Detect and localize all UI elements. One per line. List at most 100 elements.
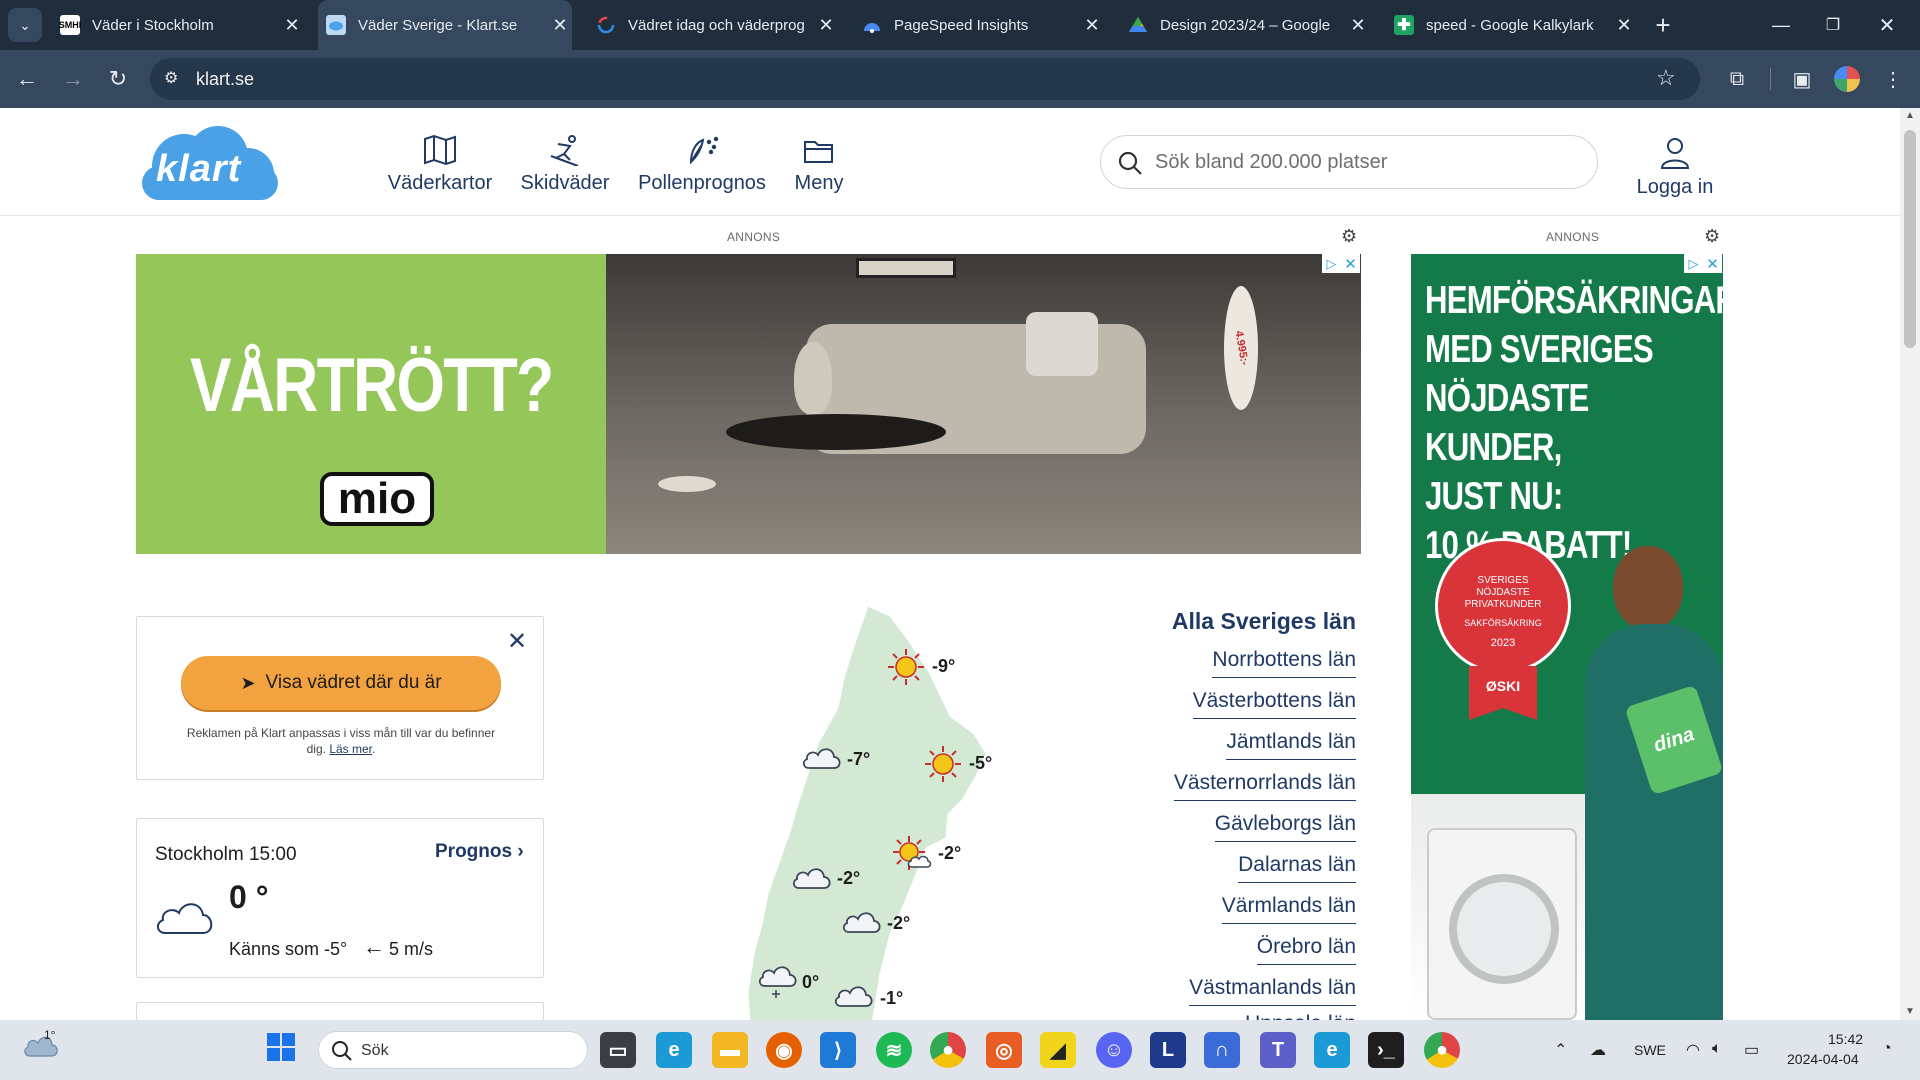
google-drive-favicon-icon (1128, 15, 1148, 35)
side-panel-icon[interactable]: ▣ (1785, 62, 1819, 96)
county-link[interactable]: Örebro län (1256, 935, 1356, 965)
county-link[interactable]: Gävleborgs län (1214, 812, 1356, 842)
ubuntu-icon[interactable]: ◎ (986, 1032, 1022, 1068)
tab-0[interactable]: SMHI Väder i Stockholm ✕ (54, 0, 304, 50)
extensions-icon[interactable]: ⧉ (1720, 62, 1754, 96)
task-view-icon[interactable]: ▭ (600, 1032, 636, 1068)
ad-settings-icon[interactable]: ⚙ (1341, 227, 1359, 245)
county-link[interactable]: Västernorrlands län (1173, 771, 1356, 801)
terminal-icon[interactable]: ›_ (1368, 1032, 1404, 1068)
ad-close-icon[interactable]: ✕ (1703, 254, 1722, 273)
close-tab-icon[interactable]: ✕ (1080, 13, 1104, 37)
scrollbar-thumb[interactable] (1904, 130, 1916, 348)
county-link[interactable]: Västerbottens län (1192, 689, 1356, 719)
close-tab-icon[interactable]: ✕ (280, 13, 304, 37)
discord-icon[interactable]: ☺ (1096, 1032, 1132, 1068)
weather-widget[interactable]: 1° (22, 1028, 62, 1068)
close-tab-icon[interactable]: ✕ (1346, 13, 1370, 37)
county-link[interactable]: Uppsala län (1245, 1012, 1356, 1020)
nav-meny[interactable]: Meny (790, 134, 848, 195)
adchoices-badge[interactable]: ▷ ✕ (1322, 254, 1360, 273)
close-tab-icon[interactable]: ✕ (1612, 13, 1636, 37)
side-adchoices-badge[interactable]: ▷ ✕ (1684, 254, 1722, 273)
cushion (1026, 312, 1098, 376)
nav-pollenprognos[interactable]: Pollenprognos (632, 134, 772, 195)
minimize-button[interactable]: — (1764, 8, 1798, 42)
battery-icon[interactable]: ▭ (1744, 1040, 1759, 1060)
county-link[interactable]: Dalarnas län (1238, 853, 1356, 883)
clock-time[interactable]: 15:42 (1828, 1031, 1863, 1047)
bookmark-star-icon[interactable]: ☆ (1656, 65, 1676, 91)
spinner-favicon-icon (596, 15, 616, 35)
sticky-notes-icon[interactable]: ◢ (1040, 1032, 1076, 1068)
vscode-icon[interactable]: ⟩ (820, 1032, 856, 1068)
scroll-down-icon[interactable]: ▼ (1905, 1006, 1915, 1017)
volume-icon[interactable]: 🔈︎ (1712, 1040, 1722, 1058)
ad-close-icon[interactable]: ✕ (1341, 254, 1360, 273)
county-link[interactable]: Norrbottens län (1212, 648, 1356, 678)
tab-1[interactable]: Väder Sverige - Klart.se ✕ (318, 0, 572, 50)
address-bar[interactable]: ⚙ klart.se ☆ (150, 58, 1700, 100)
side-banner-ad[interactable]: HEMFÖRSÄKRINGAR MED SVERIGES NÖJDASTE KU… (1411, 254, 1723, 1020)
firefox-icon[interactable]: ◉ (766, 1032, 802, 1068)
file-explorer-icon[interactable]: ▬ (712, 1032, 748, 1068)
tab-5[interactable]: ✚ speed - Google Kalkylark ✕ (1388, 0, 1636, 50)
forward-button[interactable]: → (56, 62, 90, 96)
tab-4[interactable]: Design 2023/24 – Google ✕ (1122, 0, 1370, 50)
taskbar-search[interactable]: Sök (318, 1031, 588, 1069)
start-button[interactable] (266, 1032, 296, 1062)
close-location-card-icon[interactable]: ✕ (507, 627, 527, 656)
tab-2[interactable]: Vädret idag och väderprog ✕ (590, 0, 838, 50)
onedrive-icon[interactable]: ☁ (1590, 1040, 1606, 1060)
teams-icon[interactable]: T (1260, 1032, 1296, 1068)
close-tab-icon[interactable]: ✕ (814, 13, 838, 37)
forecast-link[interactable]: Prognos › (435, 841, 524, 863)
restore-button[interactable]: ❐ (1816, 8, 1850, 42)
l-app-icon[interactable]: L (1150, 1032, 1186, 1068)
edge-beta-icon[interactable]: e (1314, 1032, 1350, 1068)
close-tab-icon[interactable]: ✕ (548, 13, 572, 37)
tray-chevron-icon[interactable]: ⌃ (1554, 1040, 1567, 1060)
arc-icon[interactable]: ∩ (1204, 1032, 1240, 1068)
nav-vaderkartor[interactable]: Väderkartor (384, 134, 496, 195)
county-link[interactable]: Jämtlands län (1226, 730, 1356, 760)
map-temp-label: -9° (932, 656, 956, 676)
map-temp-label: -2° (938, 843, 962, 863)
cloud-icon (22, 1036, 60, 1062)
map-temp-label: -5° (969, 753, 993, 773)
back-button[interactable]: ← (10, 62, 44, 96)
read-more-link[interactable]: Läs mer (329, 742, 372, 756)
chrome-icon[interactable]: ● (930, 1032, 966, 1068)
scroll-up-icon[interactable]: ▲ (1905, 110, 1915, 121)
search-icon (1117, 150, 1143, 181)
new-tab-button[interactable]: + (1646, 8, 1680, 42)
chrome-active-icon[interactable]: ● (1424, 1032, 1460, 1068)
profile-avatar[interactable] (1834, 66, 1860, 92)
county-link[interactable]: Västmanlands län (1189, 976, 1356, 1006)
tab-search-button[interactable]: ⌄ (8, 8, 42, 42)
edge-icon[interactable]: e (656, 1032, 692, 1068)
browser-menu-icon[interactable]: ⋮ (1876, 62, 1910, 96)
clock-date[interactable]: 2024-04-04 (1787, 1051, 1859, 1067)
current-weather-card[interactable]: Stockholm 15:00 Prognos › 0 ° Känns som … (136, 818, 544, 978)
sweden-map[interactable] (740, 604, 1000, 1020)
spotify-icon[interactable]: ≋ (876, 1032, 912, 1068)
close-window-button[interactable]: ✕ (1870, 8, 1904, 42)
side-ad-settings-icon[interactable]: ⚙ (1704, 227, 1722, 245)
place-search-input[interactable]: Sök bland 200.000 platser (1100, 135, 1598, 189)
top-banner-ad[interactable]: VÅRTRÖTT? mio 4.995:- ▷ ✕ (136, 254, 1361, 554)
nav-skidvader[interactable]: Skidväder (516, 134, 614, 195)
klart-logo[interactable]: klart (136, 122, 284, 208)
language-indicator[interactable]: SWE (1634, 1042, 1666, 1058)
show-my-weather-button[interactable]: ➤ Visa vädret där du är (181, 656, 501, 710)
notifications-icon[interactable]: ◔ (1882, 1040, 1892, 1058)
reload-button[interactable]: ↻ (101, 62, 135, 96)
wifi-icon[interactable]: ◠ (1686, 1040, 1700, 1060)
next-card (136, 1002, 544, 1020)
tab-3[interactable]: PageSpeed Insights ✕ (856, 0, 1104, 50)
county-link[interactable]: Värmlands län (1221, 894, 1356, 924)
url-text[interactable]: klart.se (196, 69, 254, 90)
login-button[interactable]: Logga in (1630, 136, 1720, 199)
site-info-icon[interactable]: ⚙ (164, 68, 178, 88)
county-list: Alla Sveriges län Norrbottens län Väster… (1100, 600, 1356, 1020)
